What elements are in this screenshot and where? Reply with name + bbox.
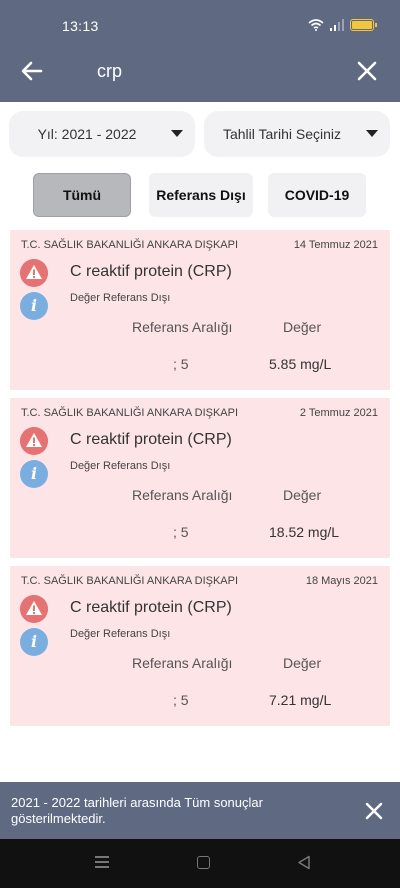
signal-icon xyxy=(330,19,344,31)
reference-status: Değer Referans Dışı xyxy=(70,292,171,304)
value-header: Değer xyxy=(283,487,322,503)
search-query[interactable]: crp xyxy=(97,61,122,82)
result-card[interactable]: T.C. SAĞLIK BAKANLIĞI ANKARA DIŞKAPI 2 T… xyxy=(10,398,390,558)
filter-chip-out-of-range[interactable]: Referans Dışı xyxy=(149,173,253,217)
wifi-icon xyxy=(308,19,324,31)
close-icon[interactable] xyxy=(364,801,384,821)
reference-range-header: Referans Aralığı xyxy=(132,319,233,335)
card-date: 2 Temmuz 2021 xyxy=(299,407,378,419)
filters-panel: Yıl: 2021 - 2022 Tahlil Tarihi Seçiniz T… xyxy=(0,102,400,234)
reference-range-header: Referans Aralığı xyxy=(132,487,233,503)
reference-status: Değer Referans Dışı xyxy=(70,460,171,472)
warning-icon xyxy=(20,427,48,455)
value-header: Değer xyxy=(283,655,322,671)
back-arrow-icon[interactable] xyxy=(18,57,46,85)
warning-icon xyxy=(20,595,48,623)
year-dropdown-label: Yıl: 2021 - 2022 xyxy=(37,126,137,142)
filter-chip-covid[interactable]: COVID-19 xyxy=(268,173,366,217)
year-dropdown[interactable]: Yıl: 2021 - 2022 xyxy=(9,111,195,157)
app-bar: crp xyxy=(0,40,400,102)
card-institution: T.C. SAĞLIK BAKANLIĞI ANKARA DIŞKAPI xyxy=(21,239,239,251)
caret-down-icon xyxy=(366,130,378,137)
test-name: C reaktif protein (CRP) xyxy=(70,431,232,448)
snackbar: 2021 - 2022 tarihleri arasında Tüm sonuç… xyxy=(0,782,400,839)
battery-icon xyxy=(350,19,377,31)
close-icon[interactable] xyxy=(354,58,380,84)
reference-range-value: ; 5 xyxy=(173,692,189,708)
result-value: 7.21 mg/L xyxy=(269,692,332,708)
test-date-dropdown-label: Tahlil Tarihi Seçiniz xyxy=(222,126,341,142)
result-value: 5.85 mg/L xyxy=(269,356,332,372)
reference-range-header: Referans Aralığı xyxy=(132,655,233,671)
warning-icon xyxy=(20,259,48,287)
card-institution: T.C. SAĞLIK BAKANLIĞI ANKARA DIŞKAPI xyxy=(21,575,239,587)
test-date-dropdown[interactable]: Tahlil Tarihi Seçiniz xyxy=(204,111,390,157)
snackbar-message: 2021 - 2022 tarihleri arasında Tüm sonuç… xyxy=(11,795,263,826)
card-date: 14 Temmuz 2021 xyxy=(293,239,378,251)
nav-home-icon[interactable] xyxy=(197,856,210,869)
info-icon[interactable]: i xyxy=(20,460,48,488)
reference-status: Değer Referans Dışı xyxy=(70,628,171,640)
status-bar: 13:13 xyxy=(0,0,400,40)
card-date: 18 Mayıs 2021 xyxy=(305,575,378,587)
nav-menu-icon[interactable] xyxy=(95,856,109,868)
system-nav-bar xyxy=(0,839,400,888)
reference-range-value: ; 5 xyxy=(173,524,189,540)
info-icon[interactable]: i xyxy=(20,628,48,656)
nav-back-icon[interactable] xyxy=(297,855,311,870)
reference-range-value: ; 5 xyxy=(173,356,189,372)
test-name: C reaktif protein (CRP) xyxy=(70,599,232,616)
status-time: 13:13 xyxy=(62,18,99,34)
result-value: 18.52 mg/L xyxy=(269,524,340,540)
caret-down-icon xyxy=(171,130,183,137)
value-header: Değer xyxy=(283,319,322,335)
card-institution: T.C. SAĞLIK BAKANLIĞI ANKARA DIŞKAPI xyxy=(21,407,239,419)
result-card[interactable]: T.C. SAĞLIK BAKANLIĞI ANKARA DIŞKAPI 18 … xyxy=(10,566,390,726)
info-icon[interactable]: i xyxy=(20,292,48,320)
result-card[interactable]: T.C. SAĞLIK BAKANLIĞI ANKARA DIŞKAPI 14 … xyxy=(10,230,390,390)
filter-chip-all[interactable]: Tümü xyxy=(33,173,131,217)
status-icons xyxy=(308,19,377,31)
test-name: C reaktif protein (CRP) xyxy=(70,263,232,280)
